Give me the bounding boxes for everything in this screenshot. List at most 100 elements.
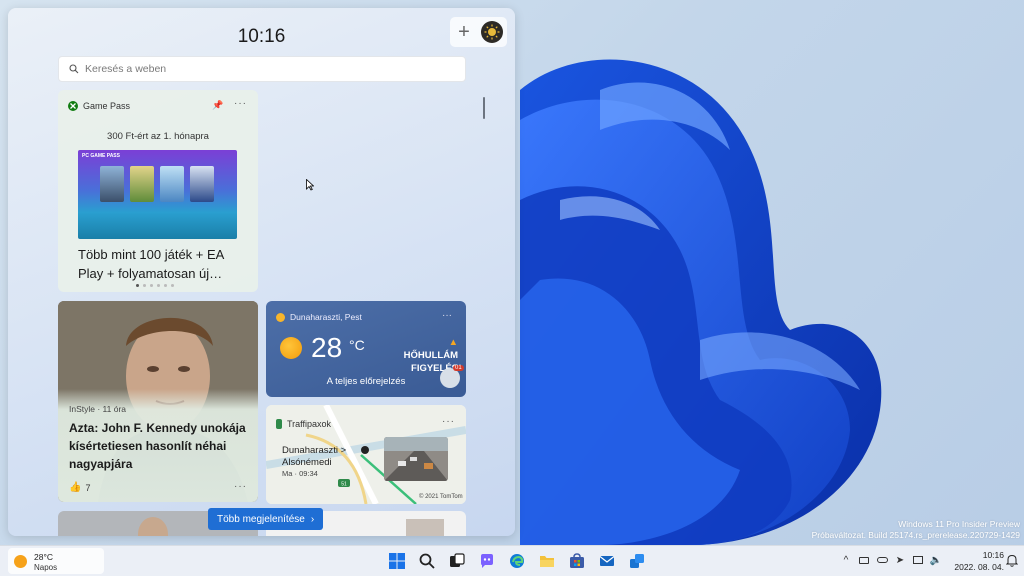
watermark-line2: Próbaváltozat. Build 25174.rs_prerelease… xyxy=(811,530,1020,540)
news-peek-image xyxy=(406,519,444,536)
pager-dot[interactable] xyxy=(136,284,139,287)
thumbs-up-icon: 👍 xyxy=(69,482,82,493)
chevron-up-icon[interactable]: ^ xyxy=(840,554,852,566)
carousel-pager[interactable] xyxy=(136,284,174,287)
pager-dot[interactable] xyxy=(171,284,174,287)
warning-icon: ▲ xyxy=(448,337,458,348)
watermark-line1: Windows 11 Pro Insider Preview xyxy=(898,519,1020,529)
partly-sunny-icon xyxy=(276,312,285,322)
notification-bell-icon[interactable] xyxy=(1006,554,1018,567)
news-more-button[interactable]: ··· xyxy=(234,481,247,492)
taskbar-clock[interactable]: 10:16 2022. 08. 04. xyxy=(944,549,1004,573)
gamepass-promo-image[interactable]: PC GAME PASS xyxy=(78,150,237,239)
build-watermark: Windows 11 Pro Insider Preview Próbavált… xyxy=(812,519,1020,541)
mouse-cursor-icon xyxy=(306,179,314,191)
keyboard-icon[interactable] xyxy=(858,554,870,566)
chat-button[interactable] xyxy=(474,548,500,574)
sunny-icon xyxy=(14,555,27,568)
traffic-camera-image[interactable] xyxy=(384,437,448,481)
taskbar-condition: Napos xyxy=(34,563,58,572)
traffic-header: Traffipaxok xyxy=(276,419,331,429)
file-explorer-button[interactable] xyxy=(534,548,560,574)
panel-clock: 10:16 xyxy=(237,26,286,47)
game-cover xyxy=(100,166,124,202)
pager-dot[interactable] xyxy=(164,284,167,287)
road-number-label: 51 xyxy=(341,482,347,488)
taskbar-time: 10:16 xyxy=(982,550,1004,560)
start-button[interactable] xyxy=(384,548,410,574)
traffic-title: Traffipaxok xyxy=(287,419,332,429)
taskbar-date: 2022. 08. 04. xyxy=(954,562,1004,572)
gamepass-more-button[interactable]: ··· xyxy=(234,98,247,109)
alert-line1: HŐHULLÁM xyxy=(403,350,458,361)
pager-dot[interactable] xyxy=(143,284,146,287)
cloud-icon[interactable] xyxy=(876,554,888,566)
gamepass-subtitle: 300 Ft-ért az 1. hónapra xyxy=(107,131,209,142)
sunny-icon xyxy=(280,337,302,359)
chat-icon xyxy=(481,554,493,568)
chevron-right-icon: › xyxy=(310,513,315,525)
taskbar-search-button[interactable] xyxy=(414,548,440,574)
search-icon xyxy=(419,553,435,569)
mail-icon xyxy=(599,556,615,566)
weather-map-icon[interactable]: 01 xyxy=(440,365,464,388)
reaction-count: 7 xyxy=(85,482,91,493)
task-view-icon xyxy=(450,553,465,567)
pager-dot[interactable] xyxy=(157,284,160,287)
file-explorer-icon xyxy=(540,556,554,567)
weather-header: Dunaharaszti, Pest xyxy=(276,312,362,322)
store-icon xyxy=(570,553,584,568)
taskbar: 28°C Napos ^ ➤ 🔈 10:16 2022. 08. 04. xyxy=(0,545,1024,576)
web-search-input[interactable]: Keresés a weben xyxy=(58,56,466,82)
widgets-panel: 10:16 + Keresés a weben Game Pass 📌 ··· … xyxy=(8,8,515,536)
xbox-icon xyxy=(68,101,78,111)
gamepass-image-label: PC GAME PASS xyxy=(82,153,120,159)
gamepass-headline[interactable]: Több mint 100 játék + EA Play + folyamat… xyxy=(78,245,248,283)
store-button[interactable] xyxy=(564,548,590,574)
news-card[interactable]: InStyle · 11 óra Azta: John F. Kennedy u… xyxy=(58,301,258,502)
traffic-more-button[interactable]: ··· xyxy=(442,416,455,427)
show-more-label: Több megjelenítése xyxy=(217,513,305,525)
edge-button[interactable] xyxy=(504,548,530,574)
news-source: InStyle · 11 óra xyxy=(69,404,127,414)
game-cover xyxy=(160,166,184,202)
profile-avatar[interactable] xyxy=(481,21,503,43)
weather-unit: °C xyxy=(349,337,365,353)
volume-icon[interactable]: 🔈 xyxy=(930,554,942,566)
weather-location: Dunaharaszti, Pest xyxy=(290,312,362,322)
pager-dot[interactable] xyxy=(150,284,153,287)
network-icon[interactable] xyxy=(912,554,924,566)
news-peek-image xyxy=(138,517,168,536)
task-view-button[interactable] xyxy=(444,548,470,574)
add-widget-button[interactable]: + xyxy=(450,17,478,47)
gamepass-title: Game Pass xyxy=(83,101,131,111)
gamepass-header: Game Pass xyxy=(68,101,130,111)
news-reactions[interactable]: 👍 7 xyxy=(69,482,90,493)
teams-button[interactable] xyxy=(624,548,650,574)
location-icon[interactable]: ➤ xyxy=(894,554,906,566)
weather-more-button[interactable]: ··· xyxy=(442,310,452,321)
show-more-button[interactable]: Több megjelenítése › xyxy=(208,508,324,530)
news-headline[interactable]: Azta: John F. Kennedy unokája kísértetie… xyxy=(69,419,254,473)
search-icon xyxy=(69,64,79,74)
weather-widget[interactable]: Dunaharaszti, Pest ··· 28 °C ▲ HŐHULLÁM … xyxy=(266,301,466,397)
game-cover xyxy=(130,166,154,202)
system-tray: ^ ➤ 🔈 xyxy=(840,554,943,566)
taskbar-temperature: 28°C xyxy=(34,552,53,562)
traffic-light-icon xyxy=(276,419,282,429)
search-placeholder: Keresés a weben xyxy=(85,63,167,75)
mail-button[interactable] xyxy=(594,548,620,574)
taskbar-weather-widget[interactable]: 28°C Napos xyxy=(8,548,104,574)
avatar-sun-icon xyxy=(484,24,500,40)
start-icon xyxy=(389,553,405,569)
gamepass-widget[interactable]: Game Pass 📌 ··· 300 Ft-ért az 1. hónapra… xyxy=(58,90,258,292)
panel-actions: + xyxy=(450,17,507,47)
teams-icon xyxy=(630,554,644,568)
game-cover xyxy=(190,166,214,202)
traffic-widget[interactable]: 51 Traffipaxok ··· Dunaharaszti > Alsóné… xyxy=(266,405,466,504)
plus-icon: + xyxy=(458,21,470,43)
map-copyright: © 2021 TomTom xyxy=(419,494,463,500)
pin-icon[interactable]: 📌 xyxy=(212,100,223,111)
panel-scrollbar[interactable] xyxy=(483,97,485,119)
full-forecast-link[interactable]: A teljes előrejelzés xyxy=(266,376,466,387)
